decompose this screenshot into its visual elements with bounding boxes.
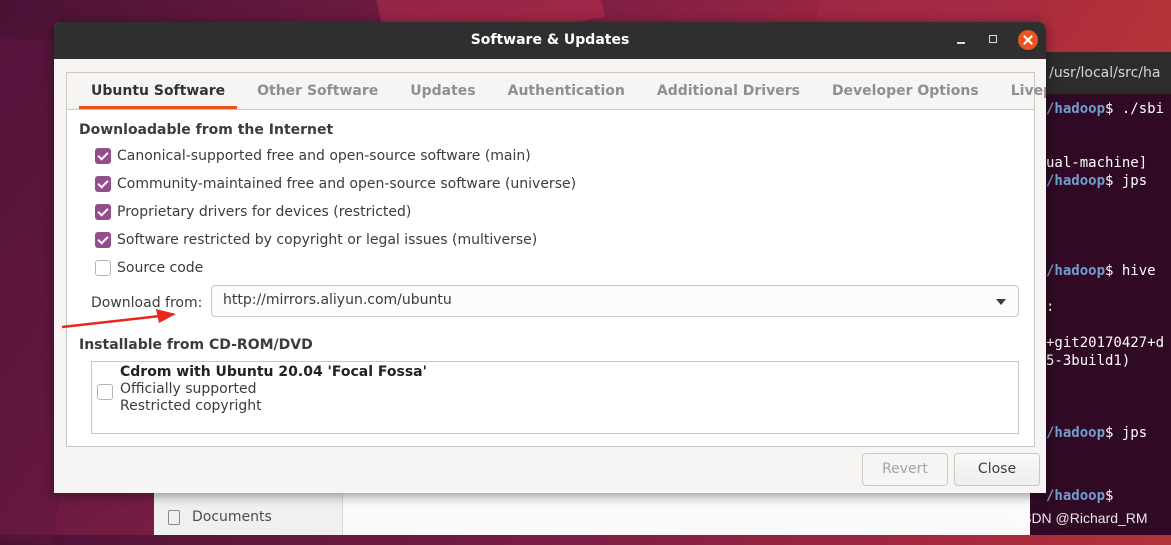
checkbox-multiverse[interactable] — [95, 232, 111, 248]
title-bar[interactable]: Software & Updates — [54, 22, 1046, 59]
sidebar-item-documents[interactable]: Documents — [192, 509, 272, 525]
internet-section-title: Downloadable from the Internet — [79, 122, 334, 138]
terminal-line: ual-machine] — [1046, 155, 1148, 171]
terminal-line: : — [1046, 299, 1055, 315]
option-main[interactable]: Canonical-supported free and open-source… — [95, 146, 531, 166]
document-icon — [168, 510, 180, 525]
download-server-dropdown[interactable]: http://mirrors.aliyun.com/ubuntu — [211, 285, 1019, 317]
tab-notebook: Ubuntu Software Other Software Updates A… — [66, 72, 1046, 447]
tab-other-software[interactable]: Other Software — [241, 73, 394, 109]
option-source-code[interactable]: Source code — [95, 258, 203, 278]
cdrom-item-name: Cdrom with Ubuntu 20.04 'Focal Fossa' — [120, 364, 427, 380]
cdrom-item-support: Officially supported — [120, 381, 257, 397]
checkbox-universe[interactable] — [95, 176, 111, 192]
option-main-label: Canonical-supported free and open-source… — [117, 148, 531, 164]
terminal-line: /hadoop$ — [1046, 488, 1122, 504]
chevron-down-icon — [996, 299, 1006, 305]
close-window-button[interactable] — [1018, 30, 1038, 50]
tab-livepatch[interactable]: Livepatch — [995, 73, 1046, 109]
tab-updates[interactable]: Updates — [394, 73, 491, 109]
annotation-arrow — [61, 309, 176, 329]
tab-ubuntu-software[interactable]: Ubuntu Software — [75, 73, 241, 109]
cdrom-section-title: Installable from CD-ROM/DVD — [79, 337, 313, 353]
terminal-line: /hadoop$ jps — [1046, 173, 1148, 189]
terminal-line: /hadoop$ ./sbi — [1046, 101, 1165, 117]
tab-bar: Ubuntu Software Other Software Updates A… — [67, 73, 1046, 110]
checkbox-source-code[interactable] — [95, 260, 111, 276]
terminal-title: : /usr/local/src/ha — [1030, 52, 1171, 94]
download-server-value: http://mirrors.aliyun.com/ubuntu — [223, 292, 452, 308]
option-restricted[interactable]: Proprietary drivers for devices (restric… — [95, 202, 411, 222]
file-manager-window: Documents — [154, 493, 1030, 535]
file-manager-sidebar: Documents — [154, 493, 343, 535]
option-universe[interactable]: Community-maintained free and open-sourc… — [95, 174, 576, 194]
cdrom-list: Cdrom with Ubuntu 20.04 'Focal Fossa' Of… — [91, 361, 1019, 434]
option-restricted-label: Proprietary drivers for devices (restric… — [117, 204, 412, 220]
tab-authentication[interactable]: Authentication — [492, 73, 641, 109]
terminal-line: 5-3build1) — [1046, 353, 1131, 369]
option-source-code-label: Source code — [117, 260, 204, 276]
checkbox-main[interactable] — [95, 148, 111, 164]
tab-developer-options[interactable]: Developer Options — [816, 73, 995, 109]
option-universe-label: Community-maintained free and open-sourc… — [117, 176, 577, 192]
terminal-line: +git20170427+d — [1046, 335, 1165, 351]
revert-button[interactable]: Revert — [862, 453, 948, 486]
software-updates-dialog: Software & Updates Ubuntu Software Other… — [54, 22, 1046, 493]
minimize-button[interactable] — [952, 31, 970, 49]
window-title: Software & Updates — [470, 32, 630, 48]
option-multiverse-label: Software restricted by copyright or lega… — [117, 232, 538, 248]
maximize-button[interactable] — [985, 31, 1003, 49]
checkbox-cdrom[interactable] — [97, 384, 113, 400]
tab-additional-drivers[interactable]: Additional Drivers — [641, 73, 816, 109]
cdrom-item[interactable]: Cdrom with Ubuntu 20.04 'Focal Fossa' Of… — [120, 364, 427, 415]
close-button[interactable]: Close — [954, 453, 1040, 486]
terminal-window[interactable]: : /usr/local/src/ha /hadoop$ ./sbi ual-m… — [1030, 52, 1171, 535]
option-multiverse[interactable]: Software restricted by copyright or lega… — [95, 230, 537, 250]
terminal-line: /hadoop$ jps — [1046, 425, 1148, 441]
cdrom-item-copyright: Restricted copyright — [120, 398, 262, 414]
checkbox-restricted[interactable] — [95, 204, 111, 220]
watermark: CSDN @Richard_RM — [1012, 510, 1148, 526]
terminal-line: /hadoop$ hive — [1046, 263, 1156, 279]
